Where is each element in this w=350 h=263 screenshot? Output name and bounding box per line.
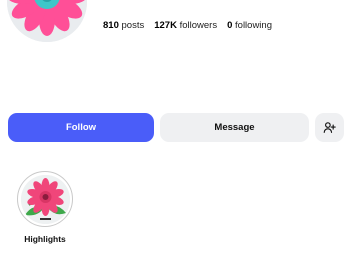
posts-stat[interactable]: 810 posts <box>103 20 144 31</box>
pink-flower-icon <box>20 174 70 224</box>
flower-avatar-icon <box>7 0 87 42</box>
following-stat[interactable]: 0 following <box>227 20 272 31</box>
follow-button[interactable]: Follow <box>8 113 154 142</box>
add-person-icon <box>323 122 336 133</box>
profile-avatar[interactable] <box>7 0 87 42</box>
posts-label: posts <box>121 20 145 31</box>
following-count: 0 <box>227 20 233 31</box>
highlight-cover <box>20 174 70 224</box>
story-highlight[interactable]: Highlights <box>15 171 75 244</box>
followers-stat[interactable]: 127K followers <box>154 20 217 31</box>
following-label: following <box>235 20 272 31</box>
message-button[interactable]: Message <box>160 113 309 142</box>
highlight-label: Highlights <box>24 234 66 244</box>
profile-stats: 810 posts 127K followers 0 following <box>103 20 272 31</box>
followers-label: followers <box>179 20 218 31</box>
followers-count: 127K <box>154 20 177 31</box>
suggested-accounts-button[interactable] <box>315 113 344 142</box>
posts-count: 810 <box>103 20 119 31</box>
highlight-ring <box>17 171 73 227</box>
